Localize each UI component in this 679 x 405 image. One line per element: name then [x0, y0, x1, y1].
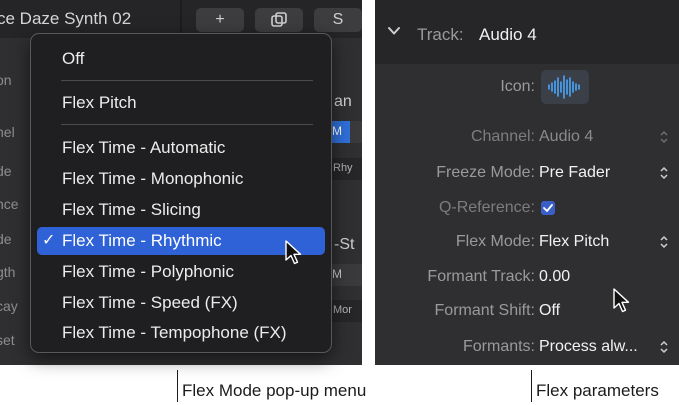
callout-line [177, 370, 178, 402]
menu-item-label: Flex Time - Speed (FX) [62, 293, 238, 312]
menu-item-flex-pitch[interactable]: Flex Pitch [31, 89, 331, 117]
menu-item-off[interactable]: Off [31, 45, 331, 73]
param-label: Icon: [500, 78, 535, 95]
duplicate-icon [271, 12, 287, 27]
menu-item-label: Flex Time - Monophonic [62, 169, 244, 188]
waveform-icon [548, 75, 580, 99]
menu-item-flex-time-automatic[interactable]: Flex Time - Automatic [31, 134, 331, 162]
stepper-icon [660, 340, 668, 354]
mode-strip-label: M [332, 267, 342, 281]
caption-flex-mode-menu: Flex Mode pop-up menu [182, 381, 367, 400]
peek-label: -St [334, 236, 355, 253]
param-label: Channel: [470, 128, 535, 145]
menu-item-label: Flex Time - Automatic [62, 138, 226, 157]
menu-separator [61, 80, 313, 81]
checkmark-icon [543, 204, 553, 212]
inspector-header-label: Track: [417, 25, 464, 44]
caption-flex-parameters: Flex parameters [536, 381, 659, 400]
mouse-pointer-icon [285, 240, 302, 265]
param-label: Flex Mode: [455, 233, 535, 250]
menu-item-flex-time-rhythmic[interactable]: ✓ Flex Time - Rhythmic [37, 227, 325, 255]
menu-item-flex-time-slicing[interactable]: Flex Time - Slicing [31, 196, 331, 224]
menu-item-label: Flex Pitch [62, 93, 137, 112]
mode-strip[interactable]: M [330, 264, 362, 286]
param-row-flex-mode[interactable]: Flex Mode: Flex Pitch [375, 226, 679, 258]
flex-mode-field[interactable]: Rhy [330, 158, 362, 180]
duplicate-track-button[interactable] [255, 8, 303, 32]
param-value: Pre Fader [539, 164, 611, 181]
q-reference-checkbox[interactable] [541, 201, 555, 215]
stepper-icon [660, 235, 668, 249]
track-icon-button[interactable] [541, 70, 589, 104]
menu-item-label: Flex Time - Tempophone (FX) [62, 323, 287, 342]
peek-label: an [334, 93, 352, 110]
menu-item-flex-time-monophonic[interactable]: Flex Time - Monophonic [31, 165, 331, 193]
menu-item-flex-time-tempophone[interactable]: Flex Time - Tempophone (FX) [31, 319, 331, 347]
param-value: Flex Pitch [539, 233, 610, 250]
mode-strip-label: M [332, 124, 342, 138]
menu-item-label: Off [62, 49, 85, 68]
flex-mode-field-label: Rhy [333, 162, 353, 174]
param-label: Freeze Mode: [436, 164, 535, 181]
mouse-pointer-icon [613, 288, 630, 313]
plus-icon: + [215, 11, 225, 28]
param-label: Q-Reference: [438, 199, 535, 216]
param-value: Audio 4 [539, 128, 594, 145]
stepper-icon [660, 130, 668, 144]
param-label: Formants: [462, 338, 535, 355]
param-row-formant-track[interactable]: Formant Track: 0.00 [375, 261, 679, 293]
inspector-track-name: Audio 4 [479, 25, 537, 44]
param-row-icon: Icon: [375, 70, 679, 104]
param-label: Formant Track: [427, 268, 535, 285]
param-value: Off [539, 302, 561, 319]
param-row-q-reference[interactable]: Q-Reference: [375, 192, 679, 224]
solo-label: S [332, 11, 344, 28]
track-inspector: Track: Audio 4 Icon: Channel: Audio 4 Fr… [375, 0, 679, 365]
checkmark-icon: ✓ [42, 232, 56, 249]
mode-field[interactable]: Mor [330, 300, 362, 322]
mode-field-label: Mor [333, 304, 352, 316]
menu-item-flex-time-speed[interactable]: Flex Time - Speed (FX) [31, 289, 331, 317]
param-row-channel[interactable]: Channel: Audio 4 [375, 121, 679, 153]
param-row-formant-shift[interactable]: Formant Shift: Off [375, 295, 679, 327]
solo-button[interactable]: S [314, 8, 362, 32]
track-name: ce Daze Synth 02 [0, 9, 132, 28]
stepper-icon [660, 166, 668, 180]
callout-line [531, 370, 532, 402]
menu-item-label: Flex Time - Rhythmic [62, 231, 222, 250]
menu-separator [61, 124, 313, 125]
param-value: 0.00 [539, 268, 571, 285]
flex-mode-popup-menu[interactable]: Off Flex Pitch Flex Time - Automatic Fle… [30, 33, 332, 353]
menu-item-label: Flex Time - Polyphonic [62, 262, 234, 281]
param-row-freeze-mode[interactable]: Freeze Mode: Pre Fader [375, 157, 679, 189]
add-track-button[interactable]: + [196, 8, 244, 32]
menu-item-label: Flex Time - Slicing [62, 200, 201, 219]
param-row-formants[interactable]: Formants: Process alw... [375, 331, 679, 363]
mode-strip[interactable]: M [330, 121, 362, 143]
inspector-header[interactable]: Track: Audio 4 [375, 0, 679, 64]
param-value: Process alw... [539, 338, 638, 355]
param-label: Formant Shift: [434, 302, 535, 319]
chevron-down-icon[interactable] [387, 24, 401, 38]
